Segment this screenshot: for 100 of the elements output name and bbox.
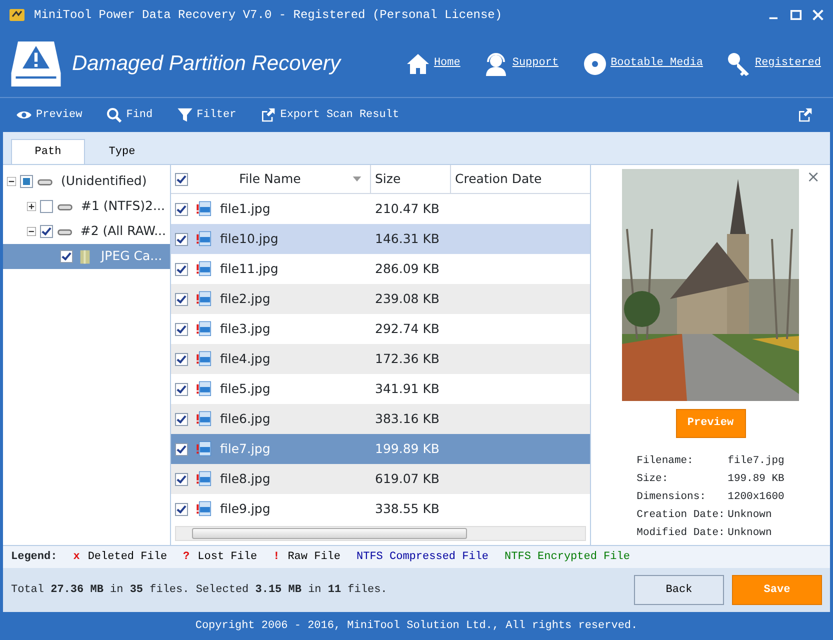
jpg-file-icon bbox=[196, 501, 212, 517]
checkbox[interactable] bbox=[175, 322, 188, 336]
dialog-button[interactable]: Back bbox=[634, 575, 724, 605]
file-name: file5.jpg bbox=[220, 380, 270, 398]
jpg-file-icon bbox=[196, 351, 212, 367]
collapse-icon[interactable] bbox=[7, 177, 16, 186]
jpg-file-icon bbox=[196, 201, 212, 217]
checkbox[interactable] bbox=[40, 200, 53, 213]
info-value: Unknown bbox=[728, 526, 772, 541]
info-label: Dimensions: bbox=[636, 490, 707, 505]
jpg-file-icon bbox=[196, 471, 212, 487]
file-row[interactable]: file4.jpg 172.36 KB bbox=[171, 344, 590, 374]
file-name: file7.jpg bbox=[220, 440, 270, 458]
file-size: 172.36 KB bbox=[375, 350, 440, 366]
file-name: file3.jpg bbox=[220, 320, 270, 338]
file-row[interactable]: file10.jpg 146.31 KB bbox=[171, 224, 590, 254]
horizontal-scrollbar[interactable] bbox=[175, 526, 586, 541]
checkbox[interactable] bbox=[20, 175, 33, 188]
file-size: 286.09 KB bbox=[375, 260, 440, 276]
expand-icon[interactable] bbox=[27, 202, 36, 211]
info-label: Size: bbox=[636, 472, 670, 487]
legend-label: Lost File bbox=[198, 550, 258, 565]
checkbox[interactable] bbox=[175, 352, 188, 366]
file-size: 292.74 KB bbox=[375, 320, 440, 336]
legend-label: NTFS Encrypted File bbox=[504, 550, 630, 565]
maximize-button[interactable] bbox=[789, 8, 803, 22]
jpg-file-icon bbox=[196, 291, 212, 307]
file-name: file2.jpg bbox=[220, 290, 270, 308]
share-icon[interactable] bbox=[797, 107, 813, 123]
checkbox[interactable] bbox=[60, 250, 73, 263]
tab[interactable]: Path bbox=[11, 139, 85, 164]
collapse-icon[interactable] bbox=[27, 227, 36, 236]
tree-item[interactable]: (Unidentified) bbox=[57, 172, 151, 191]
file-size: 146.31 KB bbox=[375, 230, 440, 246]
file-name: file10.jpg bbox=[220, 230, 278, 248]
checkbox[interactable] bbox=[175, 292, 188, 306]
nav-link[interactable]: Bootable Media bbox=[582, 52, 703, 76]
info-label: Filename: bbox=[636, 454, 694, 469]
file-row[interactable]: file5.jpg 341.91 KB bbox=[171, 374, 590, 404]
file-size: 239.08 KB bbox=[375, 290, 440, 306]
checkbox[interactable] bbox=[175, 442, 188, 456]
column-header[interactable]: File Name bbox=[196, 170, 344, 188]
checkbox[interactable] bbox=[175, 412, 188, 426]
file-size: 210.47 KB bbox=[375, 200, 440, 216]
close-button[interactable] bbox=[811, 8, 825, 22]
file-row[interactable]: file6.jpg 383.16 KB bbox=[171, 404, 590, 434]
file-name: file11.jpg bbox=[220, 260, 278, 278]
file-row[interactable]: file8.jpg 619.07 KB bbox=[171, 464, 590, 494]
file-size: 341.91 KB bbox=[375, 380, 440, 396]
sort-icon bbox=[352, 174, 362, 184]
info-value: 1200x1600 bbox=[728, 490, 784, 505]
tab[interactable]: Type bbox=[85, 139, 159, 164]
file-name: file9.jpg bbox=[220, 500, 270, 518]
app-heading: Damaged Partition Recovery bbox=[72, 50, 340, 77]
column-header[interactable]: Size bbox=[375, 170, 401, 188]
file-name: file1.jpg bbox=[220, 200, 270, 218]
checkbox[interactable] bbox=[175, 232, 188, 246]
nav-link[interactable]: Home bbox=[406, 52, 460, 76]
jpg-file-icon bbox=[196, 321, 212, 337]
toolbar-button[interactable]: Export Scan Result bbox=[260, 106, 400, 124]
filter-icon bbox=[176, 107, 193, 123]
search-icon bbox=[106, 107, 122, 123]
tree-item[interactable]: #2 (All RAW... bbox=[76, 222, 170, 241]
file-row[interactable]: file3.jpg 292.74 KB bbox=[171, 314, 590, 344]
checkbox[interactable] bbox=[40, 225, 53, 238]
status-text: Total 27.36 MB in 35 files. Selected 3.15 MB in 11 files. bbox=[11, 582, 388, 598]
legend-label: Raw File bbox=[288, 550, 340, 565]
checkbox[interactable] bbox=[175, 382, 188, 396]
file-row[interactable]: file11.jpg 286.09 KB bbox=[171, 254, 590, 284]
checkbox[interactable] bbox=[175, 472, 188, 486]
checkbox[interactable] bbox=[175, 202, 188, 216]
disc-icon bbox=[582, 52, 607, 76]
checkbox[interactable] bbox=[175, 172, 188, 186]
file-size: 199.89 KB bbox=[375, 440, 440, 456]
info-label: Creation Date: bbox=[636, 508, 726, 523]
file-size: 619.07 KB bbox=[375, 470, 440, 486]
file-row[interactable]: file1.jpg 210.47 KB bbox=[171, 194, 590, 224]
headset-person-icon bbox=[484, 52, 508, 76]
app-icon bbox=[8, 6, 26, 24]
export-icon bbox=[260, 107, 276, 123]
info-label: Modified Date: bbox=[636, 526, 726, 541]
close-button[interactable]: × bbox=[806, 169, 820, 185]
toolbar-button[interactable]: Find bbox=[106, 106, 153, 124]
copyright-text: Copyright 2006 - 2016, MiniTool Solution Ltd., All rights reserved. bbox=[195, 618, 638, 634]
tree-item[interactable]: #1 (NTFS)2... bbox=[77, 197, 169, 216]
key-icon bbox=[726, 52, 751, 76]
column-header[interactable]: Creation Date bbox=[455, 170, 542, 188]
checkbox[interactable] bbox=[175, 262, 188, 276]
toolbar-button[interactable]: Preview bbox=[16, 106, 82, 124]
file-row[interactable]: file9.jpg 338.55 KB bbox=[171, 494, 590, 524]
toolbar-button[interactable]: Filter bbox=[176, 106, 236, 124]
file-size: 383.16 KB bbox=[375, 410, 440, 426]
info-value: Unknown bbox=[728, 508, 772, 523]
jpg-file-icon bbox=[196, 441, 212, 457]
legend-symbol: ? bbox=[183, 550, 190, 565]
file-name: file6.jpg bbox=[220, 410, 270, 428]
checkbox[interactable] bbox=[175, 502, 188, 516]
window-title: MiniTool Power Data Recovery V7.0 - Registered (Personal License) bbox=[34, 7, 504, 24]
file-row[interactable]: file2.jpg 239.08 KB bbox=[171, 284, 590, 314]
file-size: 338.55 KB bbox=[375, 500, 440, 516]
